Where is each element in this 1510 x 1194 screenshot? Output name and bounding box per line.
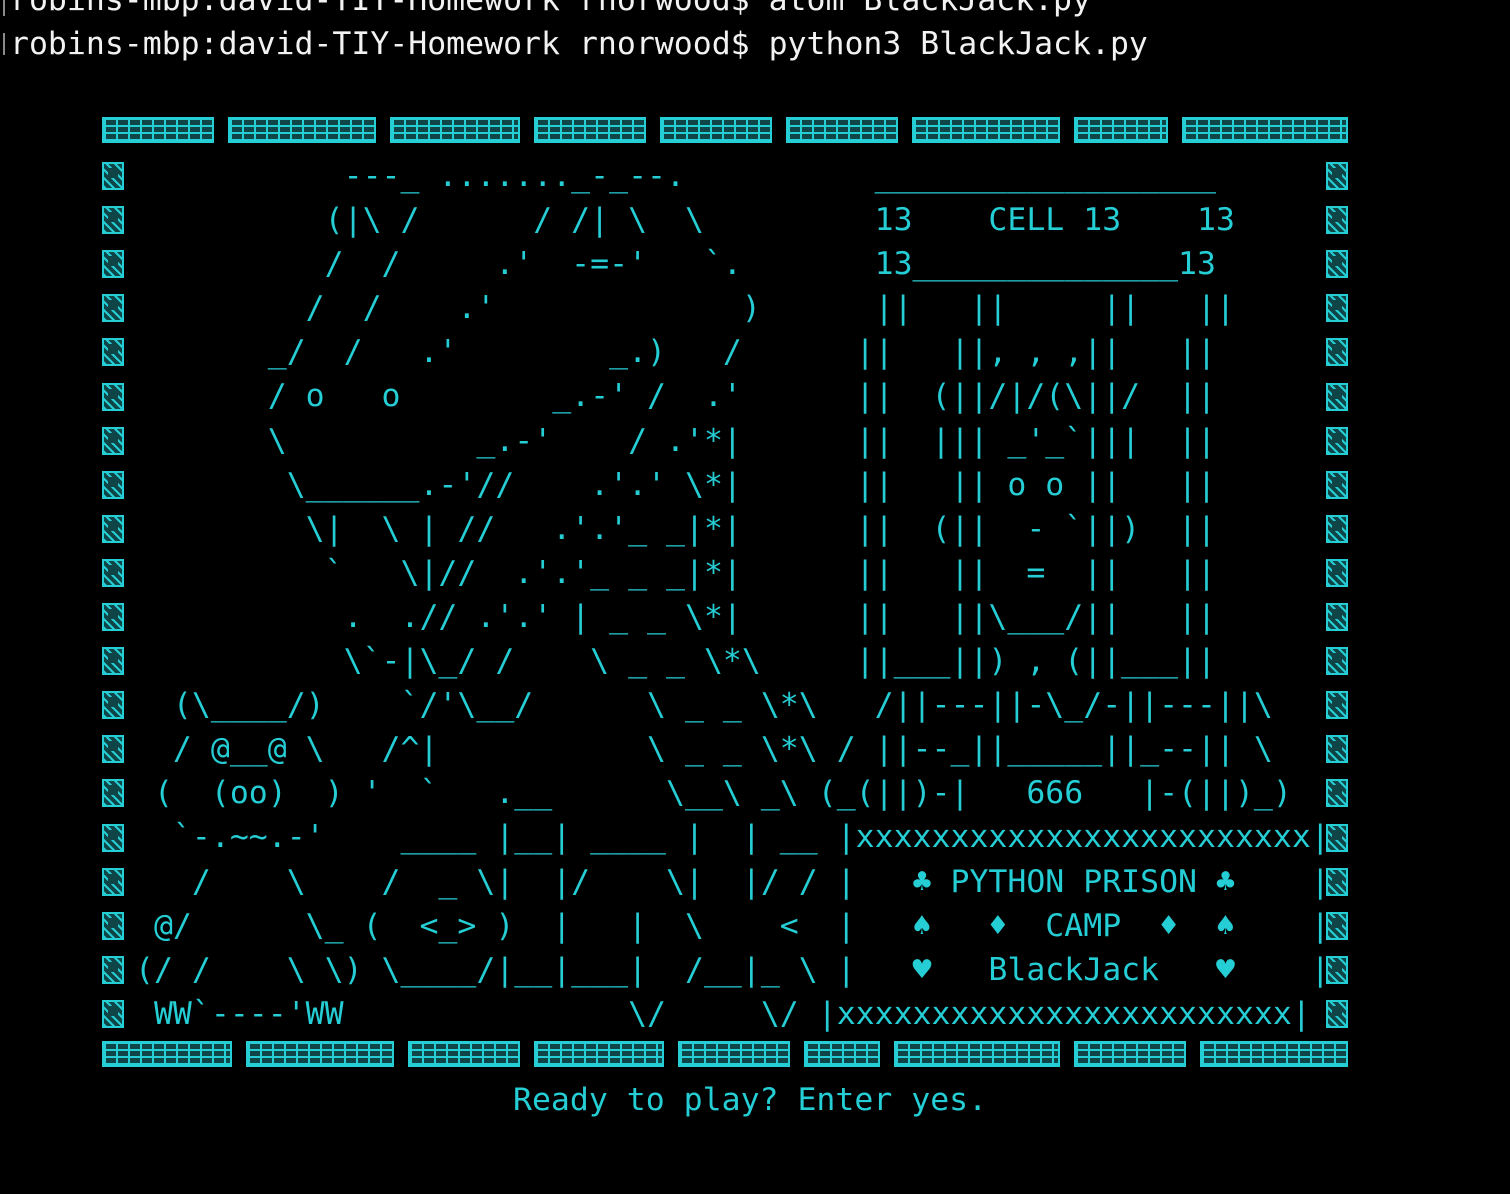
playing-card-icon bbox=[1074, 117, 1168, 143]
previous-command-line: robins-mbp:david-TIY-Homework rnorwood$ … bbox=[10, 0, 1091, 18]
line-marker bbox=[3, 33, 5, 55]
playing-card-icon bbox=[102, 868, 124, 896]
playing-card-icon bbox=[102, 338, 124, 366]
playing-card-icon bbox=[678, 1041, 790, 1067]
playing-card-icon bbox=[102, 117, 214, 143]
playing-card-icon bbox=[534, 117, 646, 143]
playing-card-icon bbox=[102, 647, 124, 675]
playing-card-icon bbox=[102, 515, 124, 543]
playing-card-icon bbox=[912, 117, 1060, 143]
playing-card-icon bbox=[246, 1041, 394, 1067]
playing-card-icon bbox=[408, 1041, 520, 1067]
playing-card-icon bbox=[804, 1041, 880, 1067]
playing-card-icon bbox=[1182, 117, 1348, 143]
playing-card-icon bbox=[894, 1041, 1060, 1067]
playing-card-icon bbox=[102, 1041, 232, 1067]
ready-to-play-prompt: Ready to play? Enter yes. bbox=[513, 1082, 988, 1118]
playing-card-icon bbox=[102, 1000, 124, 1028]
playing-card-icon bbox=[102, 956, 124, 984]
playing-card-icon bbox=[102, 559, 124, 587]
playing-card-icon bbox=[102, 250, 124, 278]
playing-card-icon bbox=[102, 294, 124, 322]
playing-card-icon bbox=[228, 117, 376, 143]
playing-card-icon bbox=[1074, 1041, 1186, 1067]
playing-card-icon bbox=[102, 162, 124, 190]
current-command-line: robins-mbp:david-TIY-Homework rnorwood$ … bbox=[10, 26, 1148, 62]
playing-card-icon bbox=[102, 779, 124, 807]
playing-card-icon bbox=[102, 824, 124, 852]
playing-card-icon bbox=[102, 427, 124, 455]
playing-card-icon bbox=[1200, 1041, 1348, 1067]
playing-card-icon bbox=[660, 117, 772, 143]
playing-card-icon bbox=[390, 117, 520, 143]
ascii-art-banner: ---_ ......._-_--. __________________ (|… bbox=[135, 158, 1330, 1032]
playing-card-icon bbox=[786, 117, 898, 143]
card-border-top bbox=[102, 117, 1348, 143]
playing-card-icon bbox=[102, 912, 124, 940]
playing-card-icon bbox=[102, 691, 124, 719]
card-border-bottom bbox=[102, 1041, 1348, 1067]
playing-card-icon bbox=[102, 206, 124, 234]
playing-card-icon bbox=[102, 603, 124, 631]
playing-card-icon bbox=[102, 383, 124, 411]
terminal-window[interactable]: robins-mbp:david-TIY-Homework rnorwood$ … bbox=[0, 0, 1510, 1194]
line-marker bbox=[3, 0, 5, 16]
playing-card-icon bbox=[534, 1041, 664, 1067]
playing-card-icon bbox=[102, 471, 124, 499]
playing-card-icon bbox=[102, 735, 124, 763]
